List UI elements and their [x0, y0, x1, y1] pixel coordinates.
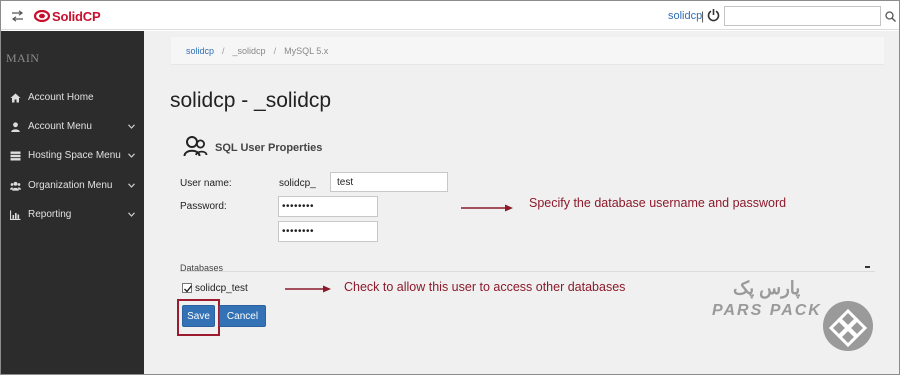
database-name: solidcp_test: [195, 283, 248, 294]
databases-divider: [180, 271, 875, 272]
panel-title: SQL User Properties: [215, 142, 323, 154]
top-bar: SolidCP solidcp |: [1, 1, 899, 30]
sidebar-item-label: Hosting Space Menu: [28, 150, 121, 161]
sidebar-item-organization-menu[interactable]: Organization Menu: [1, 175, 144, 197]
sidebar-item-label: Organization Menu: [28, 180, 113, 191]
solidcp-logo[interactable]: SolidCP: [34, 8, 101, 24]
sidebar-item-label: Account Home: [28, 92, 94, 103]
parspack-logo-icon: [823, 301, 873, 351]
username-prefix: solidcp_: [279, 178, 316, 189]
server-icon: [10, 151, 21, 161]
chevron-down-icon: [128, 212, 135, 217]
password-label: Password:: [180, 201, 227, 212]
sidebar-item-account-home[interactable]: Account Home: [1, 87, 144, 109]
search-icon[interactable]: [885, 11, 896, 22]
sidebar-item-label: Reporting: [28, 209, 72, 220]
home-icon: [10, 93, 21, 103]
sidebar-item-label: Account Menu: [28, 121, 92, 132]
username-label: User name:: [180, 178, 232, 189]
sidebar: MAIN Account Home Account Menu Hosting S…: [1, 31, 144, 374]
page-title: solidcp - _solidcp: [170, 89, 332, 112]
breadcrumb-separator: /: [273, 45, 277, 56]
brand-name: SolidCP: [52, 8, 101, 24]
sidebar-item-account-menu[interactable]: Account Menu: [1, 116, 144, 138]
users-icon: [10, 181, 21, 191]
sidebar-item-hosting-space-menu[interactable]: Hosting Space Menu: [1, 145, 144, 167]
annotation-arrow-icon: [285, 285, 331, 293]
sql-user-panel: SQL User Properties User name: solidcp_ …: [171, 125, 884, 374]
password-confirm-input[interactable]: ••••••••: [278, 221, 378, 242]
annotation-arrow-icon: [461, 204, 513, 212]
power-icon[interactable]: [707, 8, 720, 22]
user-icon: [11, 122, 20, 132]
solidcp-logo-mark: [34, 10, 50, 22]
search-input[interactable]: [724, 6, 881, 26]
database-checkbox[interactable]: [182, 283, 193, 293]
annotation-credentials: Specify the database username and passwo…: [529, 196, 787, 210]
sidebar-heading: MAIN: [6, 51, 40, 65]
watermark-text: PARS PACK: [712, 302, 822, 319]
collapse-icon[interactable]: [865, 266, 870, 268]
watermark-text-fa: پارس پک: [733, 278, 801, 298]
annotation-databases: Check to allow this user to access other…: [344, 280, 626, 294]
chevron-down-icon: [128, 183, 135, 188]
breadcrumb-separator: /: [222, 45, 225, 56]
chevron-down-icon: [128, 124, 135, 129]
breadcrumb-item-user[interactable]: solidcp: [186, 46, 214, 56]
breadcrumb: solidcp / _solidcp / MySQL 5.x: [171, 37, 884, 65]
chart-icon: [10, 210, 21, 220]
user-separator: |: [701, 9, 705, 23]
username-input[interactable]: test: [330, 172, 448, 192]
breadcrumb-item-current: MySQL 5.x: [284, 45, 329, 56]
user-link[interactable]: solidcp: [668, 10, 702, 22]
checkmark-icon: [184, 285, 193, 293]
breadcrumb-item-space[interactable]: _solidcp: [233, 46, 266, 56]
arrows-swap-icon[interactable]: [11, 10, 24, 22]
main-content: solidcp / _solidcp / MySQL 5.x solidcp -…: [144, 31, 899, 374]
password-input[interactable]: ••••••••: [278, 196, 378, 217]
sql-users-icon: [183, 136, 208, 157]
sidebar-item-reporting[interactable]: Reporting: [1, 204, 144, 226]
cancel-button[interactable]: Cancel: [219, 305, 266, 327]
chevron-down-icon: [128, 153, 135, 158]
save-button[interactable]: Save: [182, 305, 215, 327]
